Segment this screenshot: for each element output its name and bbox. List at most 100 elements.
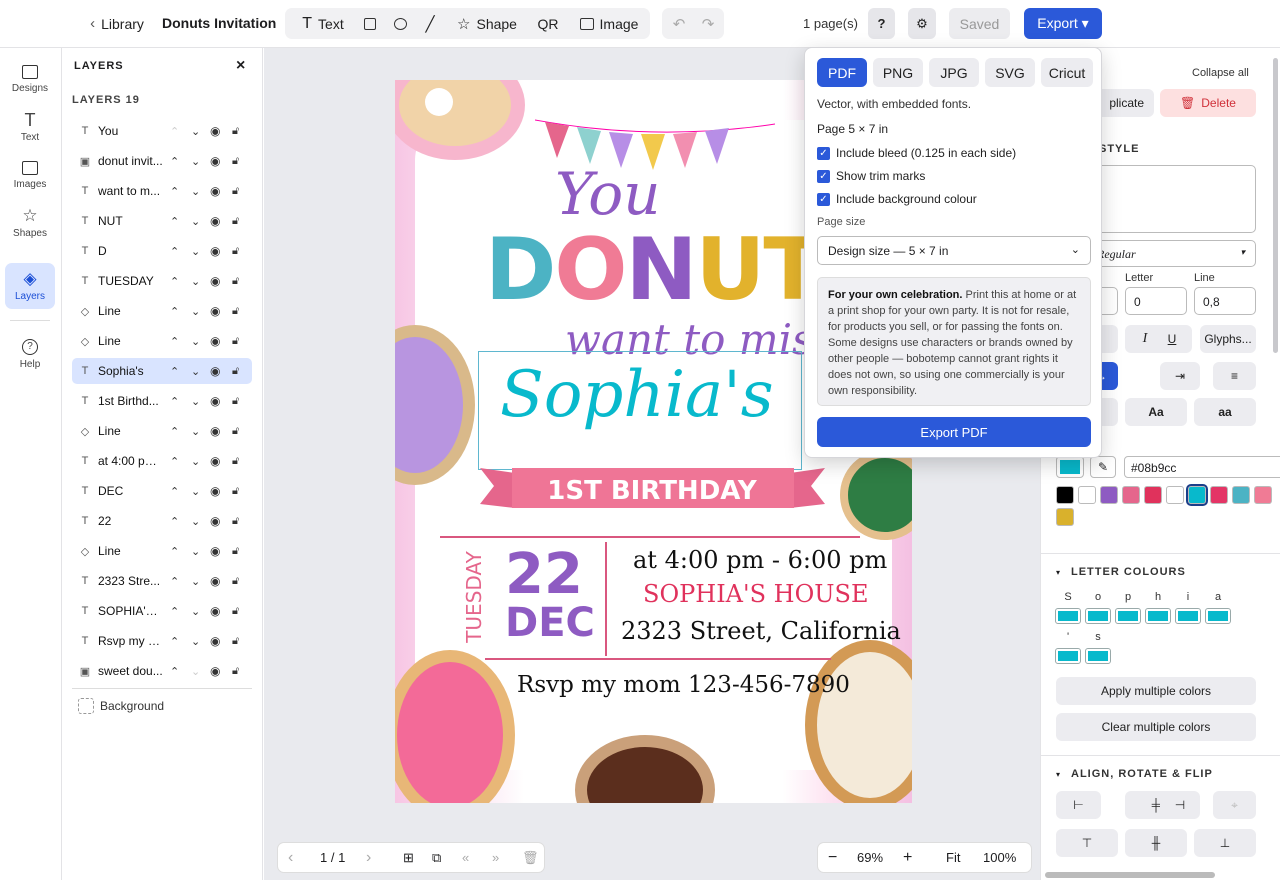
move-up-icon[interactable]: ⌃ bbox=[170, 305, 179, 318]
add-ellipse-button[interactable] bbox=[389, 8, 411, 39]
move-up-icon[interactable]: ⌃ bbox=[170, 545, 179, 558]
align-left-edge-button[interactable]: ⊢ bbox=[1056, 791, 1101, 819]
rail-text[interactable]: T Text bbox=[5, 104, 55, 150]
move-down-icon[interactable]: ⌄ bbox=[191, 185, 200, 198]
eye-icon[interactable]: ◉ bbox=[210, 424, 220, 438]
palette-swatch[interactable] bbox=[1210, 486, 1228, 504]
eye-icon[interactable]: ◉ bbox=[210, 124, 220, 138]
move-down-icon[interactable]: ⌄ bbox=[191, 455, 200, 468]
align-middle-button[interactable]: ╫ bbox=[1125, 829, 1187, 857]
color-swatch-button[interactable] bbox=[1056, 456, 1084, 478]
glyphs-button[interactable]: Glyphs... bbox=[1200, 325, 1256, 353]
move-down-icon[interactable]: ⌄ bbox=[191, 665, 200, 678]
move-up-icon[interactable]: ⌃ bbox=[170, 125, 179, 138]
move-down-icon[interactable]: ⌄ bbox=[191, 365, 200, 378]
lock-icon[interactable]: 🔓︎ bbox=[232, 425, 239, 438]
rail-images[interactable]: Images bbox=[5, 152, 55, 198]
lock-icon[interactable]: 🔓︎ bbox=[232, 215, 239, 228]
background-colour-checkbox[interactable]: ✓ bbox=[817, 193, 830, 206]
move-up-icon[interactable]: ⌃ bbox=[170, 575, 179, 588]
export-pdf-button[interactable]: Export PDF bbox=[817, 417, 1091, 447]
move-down-icon[interactable]: ⌄ bbox=[191, 575, 200, 588]
close-icon[interactable]: × bbox=[236, 57, 245, 75]
palette-swatch[interactable] bbox=[1056, 486, 1074, 504]
lock-icon[interactable]: 🔓︎ bbox=[232, 455, 239, 468]
move-page-last-icon[interactable]: » bbox=[492, 850, 499, 865]
format-tab-jpg[interactable]: JPG bbox=[929, 58, 979, 87]
palette-swatch[interactable] bbox=[1078, 486, 1096, 504]
add-shape-button[interactable]: ☆ Shape bbox=[454, 8, 520, 39]
eye-icon[interactable]: ◉ bbox=[210, 484, 220, 498]
lock-icon[interactable]: 🔓︎ bbox=[232, 365, 239, 378]
move-up-icon[interactable]: ⌃ bbox=[170, 155, 179, 168]
background-layer[interactable]: Background bbox=[72, 693, 252, 719]
eye-icon[interactable]: ◉ bbox=[210, 184, 220, 198]
add-text-button[interactable]: T Text bbox=[293, 8, 353, 39]
layer-row[interactable]: ▣ sweet dou... ⌃ ⌄ ◉ 🔓︎ bbox=[72, 658, 252, 684]
trim-marks-checkbox[interactable]: ✓ bbox=[817, 170, 830, 183]
letter-spacing-input[interactable]: 0 bbox=[1125, 287, 1187, 315]
move-down-icon[interactable]: ⌄ bbox=[191, 125, 200, 138]
case-title-button[interactable]: Aa bbox=[1125, 398, 1187, 426]
move-down-icon[interactable]: ⌄ bbox=[191, 485, 200, 498]
eye-icon[interactable]: ◉ bbox=[210, 364, 220, 378]
move-down-icon[interactable]: ⌄ bbox=[191, 245, 200, 258]
layer-row[interactable]: Tat 4:00 pm... ⌃ ⌄ ◉ 🔓︎ bbox=[72, 448, 252, 474]
add-line-button[interactable]: ╱ bbox=[419, 8, 441, 39]
move-down-icon[interactable]: ⌄ bbox=[191, 425, 200, 438]
add-qr-button[interactable]: QR bbox=[534, 8, 562, 39]
move-up-icon[interactable]: ⌃ bbox=[170, 665, 179, 678]
move-up-icon[interactable]: ⌃ bbox=[170, 425, 179, 438]
underline-button[interactable]: U bbox=[1152, 325, 1192, 353]
move-up-icon[interactable]: ⌃ bbox=[170, 245, 179, 258]
letter-colour-swatch[interactable] bbox=[1175, 608, 1201, 624]
lock-icon[interactable]: 🔓︎ bbox=[232, 605, 239, 618]
lock-icon[interactable]: 🔓︎ bbox=[232, 545, 239, 558]
palette-swatch[interactable] bbox=[1122, 486, 1140, 504]
delete-button[interactable]: 🗑 Delete bbox=[1160, 89, 1256, 117]
lock-icon[interactable]: 🔓︎ bbox=[232, 275, 239, 288]
case-lower-button[interactable]: aa bbox=[1194, 398, 1256, 426]
move-up-icon[interactable]: ⌃ bbox=[170, 455, 179, 468]
chevron-down-icon[interactable]: ▾ bbox=[1056, 770, 1060, 779]
redo-button[interactable]: ↷ bbox=[697, 8, 719, 39]
layer-row[interactable]: T Rsvp my m... ⌃ ⌄ ◉ 🔓︎ bbox=[72, 628, 252, 654]
move-up-icon[interactable]: ⌃ bbox=[170, 185, 179, 198]
move-down-icon[interactable]: ⌄ bbox=[191, 545, 200, 558]
hex-color-input[interactable]: #08b9cc bbox=[1124, 456, 1280, 478]
letter-colour-swatch[interactable] bbox=[1145, 608, 1171, 624]
format-tab-png[interactable]: PNG bbox=[873, 58, 923, 87]
chevron-down-icon[interactable]: ▾ bbox=[1056, 568, 1060, 577]
lock-icon[interactable]: 🔓︎ bbox=[232, 665, 239, 678]
layer-row[interactable]: T 1st Birthd... ⌃ ⌄ ◉ 🔓︎ bbox=[72, 388, 252, 414]
move-up-icon[interactable]: ⌃ bbox=[170, 365, 179, 378]
layer-row[interactable]: ◇ Line ⌃ ⌄ ◉ 🔓︎ bbox=[72, 298, 252, 324]
align-bottom-button[interactable]: ⊥ bbox=[1194, 829, 1256, 857]
eye-icon[interactable]: ◉ bbox=[210, 664, 220, 678]
layer-row[interactable]: Twant to m... ⌃ ⌄ ◉ 🔓︎ bbox=[72, 178, 252, 204]
eye-icon[interactable]: ◉ bbox=[210, 304, 220, 318]
lock-icon[interactable]: 🔓︎ bbox=[232, 185, 239, 198]
letter-colour-swatch[interactable] bbox=[1115, 608, 1141, 624]
rail-layers[interactable]: ◈ Layers bbox=[5, 263, 55, 309]
zoom-full-button[interactable]: 100% bbox=[983, 850, 1016, 865]
lock-icon[interactable]: 🔓︎ bbox=[232, 485, 239, 498]
move-up-icon[interactable]: ⌃ bbox=[170, 395, 179, 408]
letter-colour-swatch[interactable] bbox=[1055, 648, 1081, 664]
layer-row[interactable]: T Sophia's ⌃ ⌄ ◉ 🔓︎ bbox=[72, 358, 252, 384]
layer-row[interactable]: ◇ Line ⌃ ⌄ ◉ 🔓︎ bbox=[72, 538, 252, 564]
letter-colour-swatch[interactable] bbox=[1205, 608, 1231, 624]
rail-designs[interactable]: Designs bbox=[5, 56, 55, 102]
eye-icon[interactable]: ◉ bbox=[210, 214, 220, 228]
move-down-icon[interactable]: ⌄ bbox=[191, 395, 200, 408]
eye-icon[interactable]: ◉ bbox=[210, 244, 220, 258]
palette-swatch[interactable] bbox=[1254, 486, 1272, 504]
move-down-icon[interactable]: ⌄ bbox=[191, 155, 200, 168]
palette-swatch[interactable] bbox=[1056, 508, 1074, 526]
prev-page-icon[interactable]: ‹ bbox=[288, 849, 293, 867]
move-down-icon[interactable]: ⌄ bbox=[191, 215, 200, 228]
zoom-out-icon[interactable]: − bbox=[828, 849, 837, 867]
eye-icon[interactable]: ◉ bbox=[210, 634, 220, 648]
move-down-icon[interactable]: ⌄ bbox=[191, 335, 200, 348]
align-page-button[interactable]: ⌖ bbox=[1213, 791, 1256, 819]
